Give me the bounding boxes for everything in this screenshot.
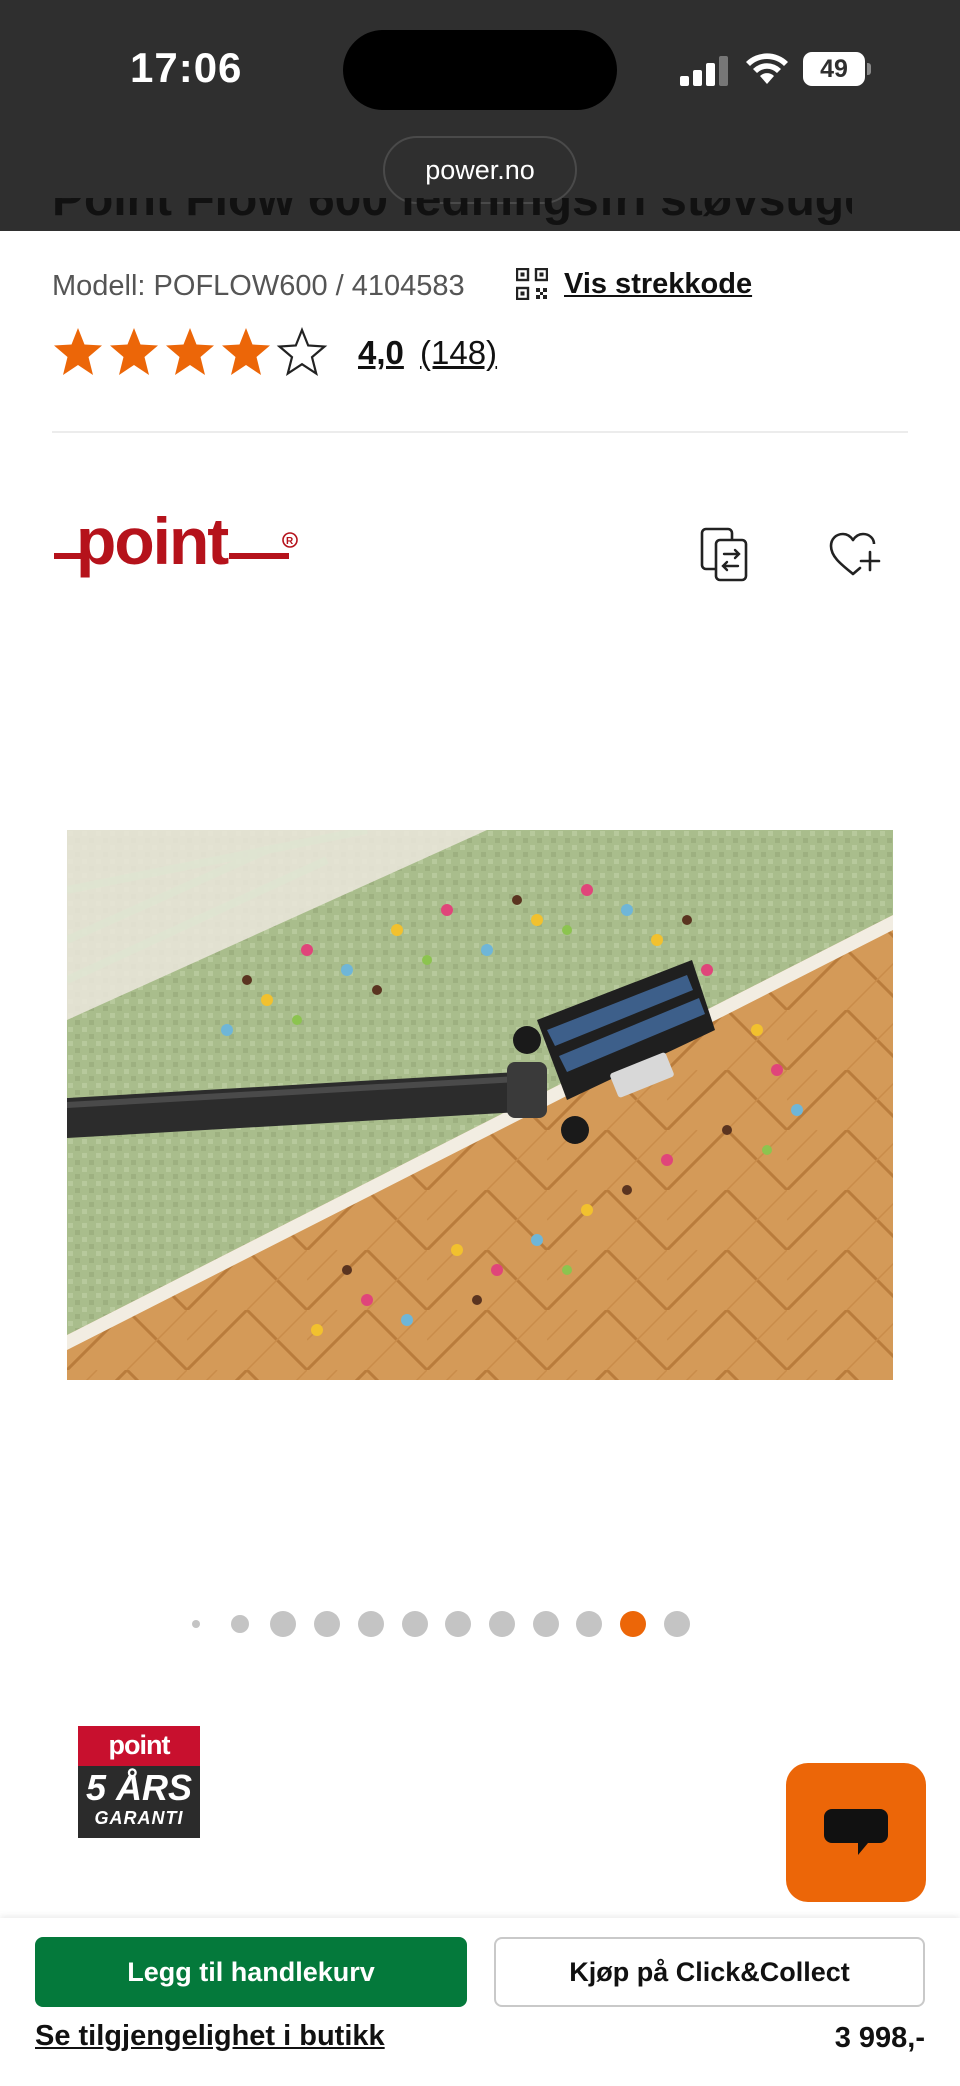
product-model: Modell: POFLOW600 / 4104583: [52, 270, 465, 302]
rating-value[interactable]: 4,0: [358, 334, 404, 372]
add-to-wishlist-heart-icon[interactable]: [828, 530, 882, 580]
product-title-container: Point Flow 600 ledningsfri støvsuger: [52, 198, 852, 231]
wifi-icon: [746, 53, 788, 84]
product-image[interactable]: [67, 830, 893, 1380]
add-to-cart-button[interactable]: Legg til handlekurv: [35, 1937, 467, 2007]
carousel-dot[interactable]: [488, 1611, 515, 1637]
product-photo-illustration: [67, 830, 893, 1380]
svg-text:point: point: [76, 516, 229, 578]
carousel-dot[interactable]: [401, 1611, 428, 1637]
bottom-purchase-bar: Legg til handlekurv Kjøp på Click&Collec…: [0, 1918, 960, 2086]
point-brand-logo: point R: [54, 516, 298, 578]
five-year-guarantee-badge: point 5 ÅRS GARANTI: [78, 1726, 200, 1838]
image-carousel-dots: [0, 1610, 960, 1640]
guarantee-years: 5 ÅRS: [85, 1767, 193, 1808]
section-divider: [52, 431, 908, 433]
carousel-dot[interactable]: [357, 1611, 384, 1637]
compare-icon[interactable]: [698, 526, 750, 584]
carousel-dot-active[interactable]: [620, 1611, 646, 1637]
guarantee-label: GARANTI: [94, 1808, 184, 1828]
star-filled-icon: [166, 328, 214, 375]
dynamic-island: [343, 30, 617, 110]
show-barcode-link[interactable]: Vis strekkode: [564, 268, 752, 301]
click-and-collect-button[interactable]: Kjøp på Click&Collect: [494, 1937, 925, 2007]
rating-count[interactable]: (148): [420, 334, 497, 372]
chat-bubble-icon: [824, 1809, 888, 1855]
battery-tip: [867, 63, 871, 75]
carousel-dot[interactable]: [192, 1620, 200, 1628]
address-bar[interactable]: power.no: [383, 136, 577, 204]
carousel-dot[interactable]: [230, 1615, 249, 1633]
svg-text:R: R: [286, 536, 294, 547]
status-time: 17:06: [130, 44, 243, 91]
product-title: Point Flow 600 ledningsfri støvsuger: [52, 198, 852, 226]
carousel-dot[interactable]: [270, 1611, 297, 1637]
cellular-signal-icon: [680, 56, 728, 86]
store-availability-link[interactable]: Se tilgjengelighet i butikk: [35, 2020, 385, 2053]
product-price: 3 998,-: [834, 2022, 925, 2054]
star-filled-icon: [54, 328, 102, 375]
star-empty-icon: [276, 327, 328, 376]
carousel-dot[interactable]: [576, 1611, 603, 1637]
rating-stars[interactable]: [52, 326, 328, 378]
battery-indicator: 49: [803, 52, 871, 86]
guarantee-brand: point: [78, 1726, 200, 1766]
battery-level: 49: [803, 52, 865, 86]
carousel-dot[interactable]: [532, 1611, 559, 1637]
status-bar: 17:06 49 power.no: [0, 0, 960, 231]
star-filled-icon: [222, 328, 270, 375]
carousel-dot[interactable]: [314, 1611, 341, 1637]
chat-button[interactable]: [786, 1763, 926, 1902]
star-filled-icon: [110, 328, 158, 375]
carousel-dot[interactable]: [663, 1611, 690, 1637]
qr-code-icon[interactable]: [516, 268, 548, 300]
carousel-dot[interactable]: [445, 1611, 472, 1637]
